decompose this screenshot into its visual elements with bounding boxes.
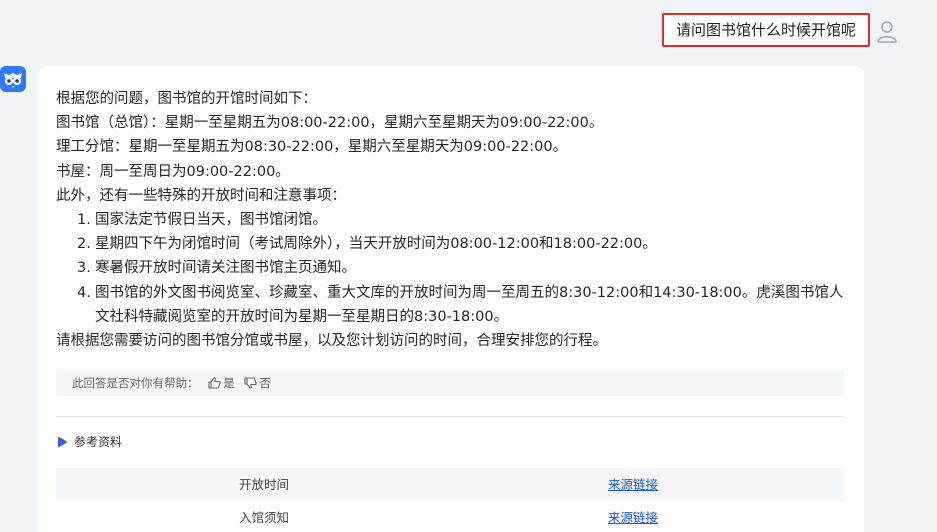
thumbs-up-icon — [208, 377, 221, 389]
thumbs-up-label: 是 — [223, 376, 235, 390]
thumbs-down-button[interactable]: 否 — [244, 376, 271, 390]
notes-list: 1. 国家法定节假日当天，图书馆闭馆。 2. 星期四下午为闭馆时间（考试周除外）… — [56, 208, 856, 329]
answer-line-main-library: 图书馆（总馆）：星期一至星期五为08:00-22:00，星期六至星期天为09:0… — [56, 115, 604, 132]
answer-line-book-house: 书屋：周一至周日为09:00-22:00。 — [56, 163, 290, 180]
list-item-number: 2. — [77, 236, 91, 253]
divider — [56, 416, 844, 417]
user-question-bubble: 请问图书馆什么时候开馆呢 — [662, 13, 870, 47]
thumbs-down-icon — [244, 377, 257, 389]
table-row: 入馆须知 来源链接 — [56, 501, 844, 532]
user-icon — [875, 19, 899, 45]
thumbs-down-label: 否 — [259, 376, 271, 390]
answer-body: 根据您的问题，图书馆的开馆时间如下： 图书馆（总馆）：星期一至星期五为08:00… — [56, 87, 856, 353]
play-marker-icon — [58, 436, 67, 448]
answer-card: 根据您的问题，图书馆的开馆时间如下： 图书馆（总馆）：星期一至星期五为08:00… — [38, 66, 864, 532]
user-question-text: 请问图书馆什么时候开馆呢 — [675, 21, 856, 39]
answer-intro: 根据您的问题，图书馆的开馆时间如下： — [56, 91, 317, 107]
list-item-text: 寒暑假开放时间请关注图书馆主页通知。 — [95, 260, 356, 277]
feedback-prompt: 此回答是否对你有帮助： — [72, 376, 199, 390]
reference-name: 入馆须知 — [238, 510, 289, 525]
list-item-text: 图书馆的外文图书阅览室、珍藏室、重大文库的开放时间为周一至周五的8:30-12:… — [95, 284, 844, 325]
list-item: 1. 国家法定节假日当天，图书馆闭馆。 — [77, 208, 856, 232]
references-heading: 参考资料 — [56, 434, 122, 450]
list-item-number: 1. — [77, 212, 91, 229]
list-item: 2. 星期四下午为闭馆时间（考试周除外），当天开放时间为08:00-12:00和… — [77, 232, 856, 256]
list-item-text: 星期四下午为闭馆时间（考试周除外），当天开放时间为08:00-12:00和18:… — [95, 236, 657, 253]
source-link[interactable]: 来源链接 — [608, 510, 658, 525]
list-item-number: 3. — [77, 260, 91, 277]
source-link[interactable]: 来源链接 — [608, 477, 658, 492]
feedback-bar: 此回答是否对你有帮助： 是 否 — [56, 370, 844, 396]
reference-name: 开放时间 — [238, 477, 289, 492]
thumbs-up-button[interactable]: 是 — [208, 376, 238, 390]
list-item-number: 4. — [77, 284, 91, 301]
owl-logo-icon — [0, 66, 26, 92]
table-row: 开放时间 来源链接 — [56, 468, 844, 501]
answer-line-notes-intro: 此外，还有一些特殊的开放时间和注意事项： — [56, 187, 346, 204]
references-title: 参考资料 — [74, 435, 123, 449]
list-item-text: 国家法定节假日当天，图书馆闭馆。 — [95, 212, 327, 229]
references-table: 开放时间 来源链接 入馆须知 来源链接 — [56, 468, 844, 532]
list-item: 4. 图书馆的外文图书阅览室、珍藏室、重大文库的开放时间为周一至周五的8:30-… — [77, 281, 856, 329]
list-item: 3. 寒暑假开放时间请关注图书馆主页通知。 — [77, 256, 856, 280]
answer-closing: 请根据您需要访问的图书馆分馆或书屋，以及您计划访问的时间，合理安排您的行程。 — [56, 333, 607, 350]
answer-line-engineering-branch: 理工分馆：星期一至星期五为08:30-22:00，星期六至星期天为09:00-2… — [56, 139, 568, 156]
